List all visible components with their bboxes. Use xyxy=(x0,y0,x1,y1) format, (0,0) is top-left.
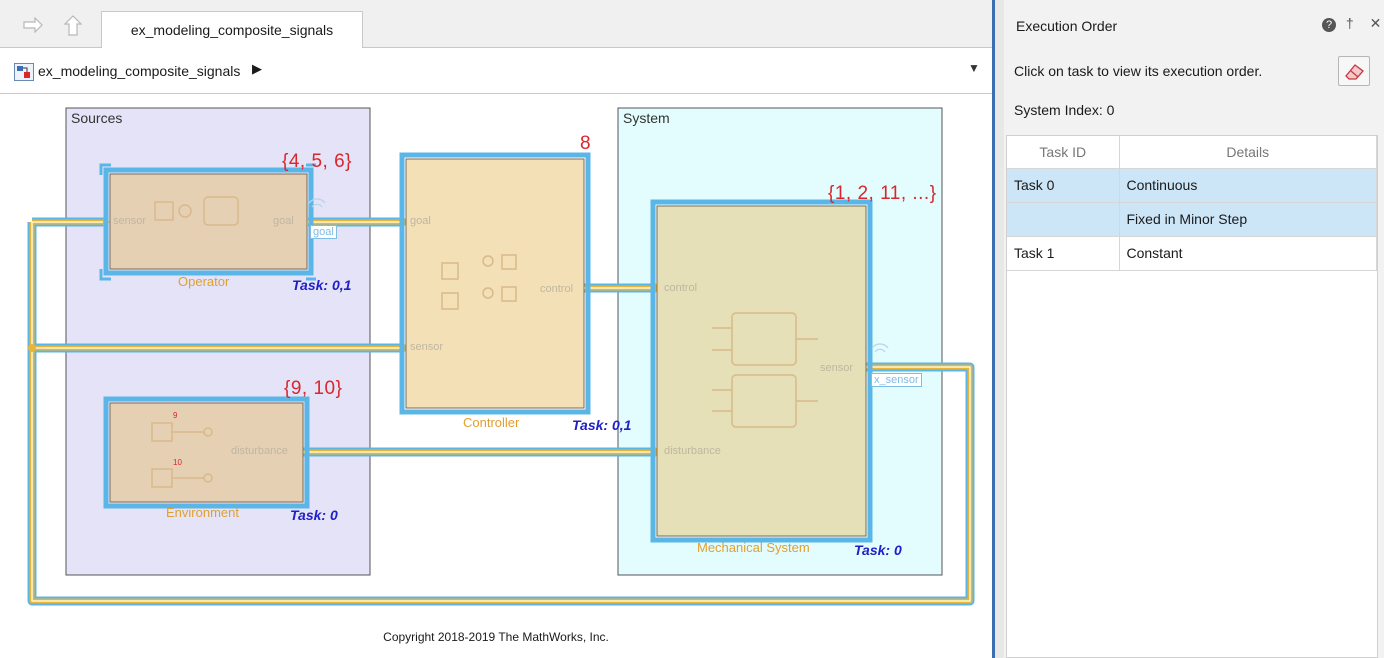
operator-port-in: sensor xyxy=(113,215,147,227)
column-header-details[interactable]: Details xyxy=(1119,136,1377,169)
model-canvas[interactable]: Sources System {4, 5, 6} sensor goal goa… xyxy=(0,95,992,658)
mechanical-port-control: control xyxy=(664,282,698,294)
task-id-cell xyxy=(1007,202,1120,237)
controller-execution-order: 8 xyxy=(580,133,592,154)
mechanical-block-label[interactable]: Mechanical System xyxy=(697,540,810,555)
environment-num-10: 10 xyxy=(173,458,182,467)
task-id-cell: Task 0 xyxy=(1007,168,1120,203)
controller-port-sensor: sensor xyxy=(410,341,444,353)
operator-block-label[interactable]: Operator xyxy=(178,274,229,289)
sources-area-label: Sources xyxy=(71,110,123,126)
copyright-text: Copyright 2018-2019 The MathWorks, Inc. xyxy=(383,630,609,644)
up-arrow-icon[interactable] xyxy=(60,12,86,38)
panel-title: Execution Order xyxy=(1016,18,1118,34)
column-header-task-id[interactable]: Task ID xyxy=(1007,136,1120,169)
task-id-cell: Task 1 xyxy=(1007,236,1120,271)
help-icon[interactable]: ? xyxy=(1322,18,1336,32)
branch-point xyxy=(28,344,36,352)
panel-splitter[interactable] xyxy=(992,0,1004,658)
panel-instruction: Click on task to view its execution orde… xyxy=(1014,63,1263,79)
model-icon xyxy=(14,63,34,81)
breadcrumb[interactable]: ex_modeling_composite_signals xyxy=(38,63,240,79)
chevron-down-icon[interactable]: ▼ xyxy=(968,61,980,75)
close-icon[interactable]: ✕ xyxy=(1370,15,1382,31)
task-table: Task ID Details Task 0 Continuous Fixed … xyxy=(1006,135,1378,658)
controller-port-out: control xyxy=(540,283,574,295)
table-row[interactable]: Task 1 Constant xyxy=(1007,236,1377,271)
details-cell: Constant xyxy=(1119,236,1377,271)
x-sensor-signal-tag[interactable]: x_sensor xyxy=(871,373,922,387)
tab-model[interactable]: ex_modeling_composite_signals xyxy=(101,11,363,48)
table-row[interactable]: Fixed in Minor Step xyxy=(1007,202,1377,237)
mechanical-task-label: Task: 0 xyxy=(854,542,902,558)
goal-signal-tag[interactable]: goal xyxy=(310,225,337,239)
details-cell: Continuous xyxy=(1119,168,1377,203)
operator-port-out: goal xyxy=(273,215,294,227)
forward-arrow-icon[interactable] xyxy=(20,12,46,38)
environment-execution-order: {9, 10} xyxy=(284,378,343,399)
system-area-label: System xyxy=(623,110,670,126)
breadcrumb-arrow-icon[interactable]: ▶ xyxy=(252,61,262,77)
table-row[interactable]: Task 0 Continuous xyxy=(1007,168,1377,203)
environment-num-9: 9 xyxy=(173,411,178,420)
environment-block-label[interactable]: Environment xyxy=(166,505,239,520)
mechanical-port-disturbance: disturbance xyxy=(664,445,721,457)
controller-port-goal: goal xyxy=(410,215,431,227)
mechanical-execution-order: {1, 2, 11, ...} xyxy=(828,183,937,204)
operator-execution-order: {4, 5, 6} xyxy=(282,151,353,172)
execution-order-panel: Execution Order ? † ✕ Click on task to v… xyxy=(1004,0,1384,658)
pin-icon[interactable]: † xyxy=(1346,15,1354,31)
system-index: System Index: 0 xyxy=(1014,102,1115,118)
mechanical-port-out: sensor xyxy=(820,362,854,374)
editor-tab-bar: ex_modeling_composite_signals xyxy=(0,0,992,48)
operator-task-label: Task: 0,1 xyxy=(292,277,352,293)
breadcrumb-bar: ex_modeling_composite_signals ▶ ▼ xyxy=(0,48,992,94)
controller-block-label[interactable]: Controller xyxy=(463,415,519,430)
details-cell: Fixed in Minor Step xyxy=(1119,202,1377,237)
eraser-icon xyxy=(1345,64,1364,80)
controller-task-label: Task: 0,1 xyxy=(572,417,632,433)
environment-port-out: disturbance xyxy=(231,445,288,457)
clear-highlighting-button[interactable] xyxy=(1338,56,1370,86)
environment-task-label: Task: 0 xyxy=(290,507,338,523)
block-diagram xyxy=(27,107,975,606)
